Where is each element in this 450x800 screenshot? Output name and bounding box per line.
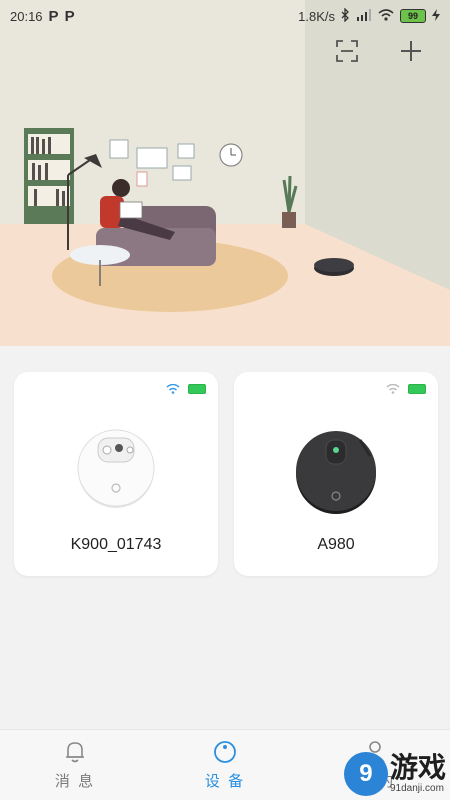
notification-p-icon: P (48, 7, 59, 25)
scan-button[interactable] (334, 38, 360, 64)
device-name: A980 (317, 536, 355, 553)
tab-devices[interactable]: 设 备 (150, 730, 300, 800)
wifi-icon (386, 384, 400, 394)
battery-icon (188, 384, 206, 394)
device-list: K900_01743 A980 (14, 372, 438, 576)
device-icon (214, 740, 236, 763)
plus-icon (401, 41, 421, 61)
network-speed: 1.8K/s (298, 8, 335, 24)
wifi-icon (378, 8, 394, 24)
tab-label: 消 息 (54, 772, 96, 790)
bluetooth-icon (341, 6, 350, 25)
white-robot-vacuum-image (74, 426, 158, 515)
status-bar: 20:16 P P 1.8K/s 99 (0, 0, 450, 32)
site-watermark: 9 游戏 91danji.com (343, 752, 446, 796)
top-actions (334, 38, 424, 64)
device-card[interactable]: K900_01743 (14, 372, 218, 576)
black-robot-vacuum-image (290, 426, 382, 523)
battery-indicator: 99 (400, 9, 426, 23)
tab-messages[interactable]: 消 息 (0, 730, 150, 800)
device-card[interactable]: A980 (234, 372, 438, 576)
time: 20:16 (10, 8, 43, 24)
wifi-icon (166, 384, 180, 394)
device-status (166, 384, 206, 394)
device-name: K900_01743 (70, 536, 162, 553)
signal-icon (356, 8, 372, 24)
charging-icon (432, 8, 440, 24)
scan-icon (336, 40, 358, 62)
add-device-button[interactable] (398, 38, 424, 64)
watermark-logo: 9 (343, 752, 388, 796)
tab-label: 设 备 (204, 772, 246, 790)
device-status (386, 384, 426, 394)
watermark-title: 游戏 (389, 752, 446, 783)
watermark-url: 91danji.com (389, 783, 444, 794)
notification-p-icon: P (64, 7, 75, 25)
battery-icon (408, 384, 426, 394)
bell-icon (66, 741, 84, 762)
